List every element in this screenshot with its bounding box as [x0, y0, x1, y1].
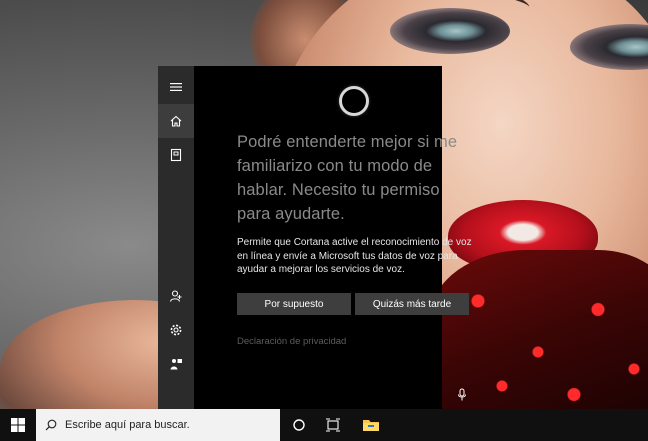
- microphone-icon[interactable]: [456, 388, 468, 402]
- menu-button[interactable]: [158, 70, 194, 104]
- taskbar: Escribe aquí para buscar.: [0, 409, 648, 441]
- home-button[interactable]: [158, 104, 194, 138]
- wallpaper-eye-left: [390, 8, 510, 54]
- cortana-headline: Podré entenderte mejor si me familiarizo…: [237, 133, 458, 223]
- task-view-button[interactable]: [316, 409, 350, 441]
- gear-icon: [170, 324, 182, 336]
- file-explorer-icon: [363, 420, 379, 431]
- file-explorer-button[interactable]: [354, 409, 388, 441]
- search-icon: [45, 419, 57, 431]
- home-icon: [170, 115, 182, 127]
- notebook-icon: [170, 148, 182, 162]
- decline-button[interactable]: Quizás más tarde: [355, 293, 469, 315]
- feedback-button[interactable]: [158, 347, 194, 381]
- taskbar-search-box[interactable]: Escribe aquí para buscar.: [36, 409, 280, 441]
- account-button[interactable]: [158, 279, 194, 313]
- cortana-ring-icon: [339, 86, 369, 116]
- cortana-window: Podré entenderte mejor si me familiarizo…: [158, 66, 472, 409]
- search-placeholder: Escribe aquí para buscar.: [65, 419, 190, 431]
- cortana-content-panel: Podré entenderte mejor si me familiarizo…: [194, 66, 472, 409]
- notebook-button[interactable]: [158, 138, 194, 172]
- task-view-icon: [326, 418, 340, 432]
- feedback-icon: [170, 359, 182, 370]
- cortana-body-text: Permite que Cortana active el reconocimi…: [237, 237, 472, 275]
- accept-button[interactable]: Por supuesto: [237, 293, 351, 315]
- windows-logo-icon: [11, 418, 25, 432]
- cortana-circle-icon: [293, 419, 305, 431]
- cortana-taskbar-button[interactable]: [282, 409, 316, 441]
- cortana-side-rail: [158, 66, 194, 409]
- start-button[interactable]: [0, 409, 36, 441]
- person-icon: [169, 290, 182, 302]
- menu-icon: [170, 83, 182, 91]
- settings-button[interactable]: [158, 313, 194, 347]
- privacy-statement-link[interactable]: Declaración de privacidad: [237, 336, 346, 347]
